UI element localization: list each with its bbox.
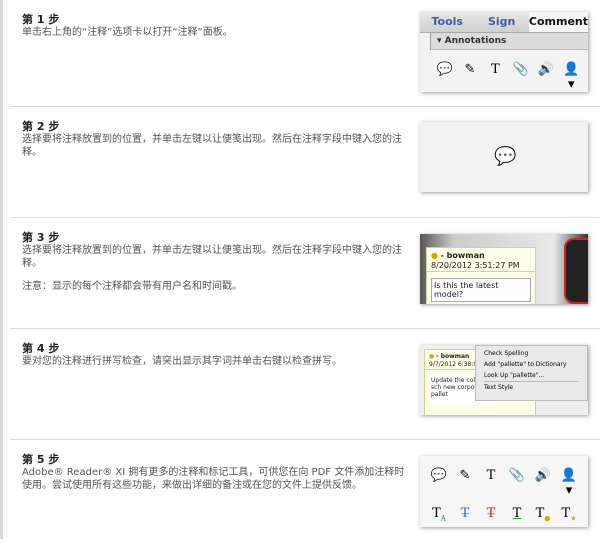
left-border (0, 0, 3, 539)
sticky-note-icon[interactable]: 💬 (430, 468, 448, 498)
menu-look-up[interactable]: Look Up "pallette"... (484, 370, 579, 381)
tab-comment[interactable]: Comment (528, 12, 588, 32)
highlight-note-icon[interactable]: ✎ (456, 468, 474, 498)
note-popup-screenshot: ● - bowman 8/20/2012 3:51:27 PM Is this … (420, 234, 588, 304)
stamp-icon[interactable]: 👤▾ (562, 62, 580, 92)
note-input[interactable]: Is this the latest model? (431, 278, 531, 302)
step-title: 第 3 步 (22, 231, 60, 244)
menu-check-spelling[interactable]: Check Spelling (484, 348, 579, 359)
step-text: 要对您的注释进行拼写检查，请突出显示其字词并单击右键以检查拼写。 (22, 356, 342, 367)
text-icon[interactable]: T (482, 468, 500, 498)
tab-tools[interactable]: Tools (420, 12, 474, 32)
sticky-note-icon: 💬 (494, 146, 517, 167)
menu-text-style[interactable]: Text Style (484, 381, 579, 393)
underline-icon[interactable]: T (508, 506, 526, 523)
sticky-note-screenshot: 💬 (420, 122, 588, 192)
audio-icon[interactable]: 🔊 (537, 62, 555, 92)
step-title: 第 1 步 (22, 13, 60, 26)
spellcheck-screenshot: ● - bowman 9/7/2012 6:38:07 AM Update th… (420, 345, 588, 415)
step-text: 选择要将注释放置到的位置，并单击左键以让便笺出现。然后在注释字段中键入您的注释。 (22, 245, 402, 269)
note-popup: ● - bowman 8/20/2012 3:51:27 PM Is this … (426, 247, 536, 304)
attach-icon[interactable]: 📎 (512, 62, 530, 92)
step-2: 第 2 步选择要将注释放置到的位置，并单击左键以让便笺出现。然后在注释字段中键入… (10, 107, 600, 218)
strikethrough-icon[interactable]: T̶ (482, 506, 500, 523)
insert-text-icon[interactable]: TA (430, 506, 448, 523)
step-title: 第 4 步 (22, 342, 60, 355)
tab-sign[interactable]: Sign (474, 12, 528, 32)
context-menu: Check Spelling Add "pallette" to Diction… (475, 345, 588, 401)
note-author: - bowman (436, 353, 470, 360)
replace-text-icon[interactable]: T̶ (456, 506, 474, 523)
highlight-note-icon[interactable]: ✎ (461, 62, 479, 92)
menu-add-dictionary[interactable]: Add "pallette" to Dictionary (484, 359, 579, 370)
text-callout-icon[interactable]: T★ (560, 506, 578, 523)
step-title: 第 2 步 (22, 120, 60, 133)
tools-screenshot: 💬 ✎ T 📎 🔊 👤▾ TA T̶ T̶ T T● T★ (420, 456, 588, 527)
annotations-header[interactable]: ▾ Annotations (430, 33, 588, 50)
note-author: - bowman (440, 251, 485, 260)
step-5: 第 5 步 Adobe® Reader® XI 拥有更多的注释和标记工具，可供您在… (10, 440, 600, 550)
step-note: 注意：显示的每个注释都会带有用户名和时间戳。 (22, 281, 242, 292)
comment-pane-screenshot: Tools Sign Comment ▾ Annotations 💬 ✎ T 📎 🔊 👤▾ (420, 12, 588, 92)
audio-icon[interactable]: 🔊 (534, 468, 552, 498)
text-comment-icon[interactable]: T● (534, 506, 552, 523)
attach-icon[interactable]: 📎 (508, 468, 526, 498)
step-1: 第 1 步单击右上角的“注释”选项卡以打开“注释”面板。 Tools Sign Co… (10, 0, 600, 107)
annotations-label: Annotations (444, 36, 507, 46)
step-title: 第 5 步 (22, 453, 60, 466)
stamp-icon[interactable]: 👤▾ (560, 468, 578, 498)
note-date: 8/20/2012 3:51:27 PM (427, 260, 535, 272)
step-3: 第 3 步选择要将注释放置到的位置，并单击左键以让便笺出现。然后在注释字段中键入… (10, 218, 600, 329)
step-text: Adobe® Reader® XI 拥有更多的注释和标记工具，可供您在向 PDF… (22, 467, 405, 491)
step-4: 第 4 步要对您的注释进行拼写检查，请突出显示其字词并单击右键以检查拼写。 ● … (10, 329, 600, 440)
step-text: 单击右上角的“注释”选项卡以打开“注释”面板。 (22, 27, 233, 38)
step-text: 选择要将注释放置到的位置，并单击左键以让便笺出现。然后在注释字段中键入您的注释。 (22, 134, 402, 158)
sticky-note-icon[interactable]: 💬 (436, 62, 454, 92)
text-icon[interactable]: T (486, 62, 504, 92)
